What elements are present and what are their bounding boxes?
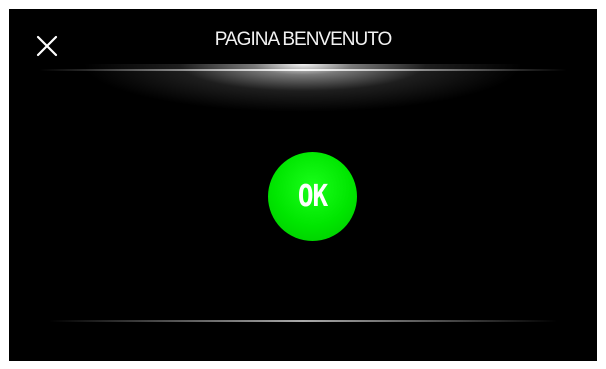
welcome-screen: PAGINA BENVENUTO OK [9,9,597,361]
ok-button[interactable]: OK [268,152,357,241]
footer-divider [49,320,557,322]
header-glow-divider [29,64,577,124]
ok-button-label: OK [297,179,328,214]
header-divider [39,69,567,71]
device-frame: PAGINA BENVENUTO OK [0,0,606,369]
page-title: PAGINA BENVENUTO [214,29,393,50]
